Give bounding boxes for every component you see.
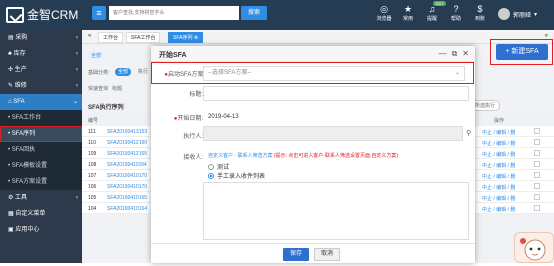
receiver-hint: 自定义客户 · 联系人筛选方案 (提示: 点击可进入客户·联系人筛选设置页面,自… [208,152,398,159]
sidebar-item-app-center[interactable]: ▣ 应用中心 [0,222,82,238]
sidebar-item-production[interactable]: ✣ 生产 ‹ [0,62,82,78]
sidebar-item-sfa-receipt[interactable]: • SFA回执 [0,142,82,158]
quick-search-tag[interactable]: 标题 [112,85,122,92]
close-icon[interactable]: ✕ [462,49,469,59]
tab-sfa-workbench[interactable]: SFA工作台 [126,32,161,43]
row-checkbox[interactable] [534,172,540,178]
dialog-header: 开始SFA — ⧉ ✕ [151,46,475,62]
logo-text: 金智CRM [27,8,79,22]
chevron-down-icon: ▾ [534,11,538,18]
chevron-left-icon: ‹ [76,83,78,89]
minimize-icon[interactable]: — [439,49,447,59]
row-checkbox[interactable] [534,194,540,200]
tab-workbench[interactable]: 工作台 [98,32,124,43]
chevron-down-icon: ⌄ [72,99,78,105]
mascot-icon [520,238,546,261]
top-bar: 金智CRM ≡ 搜索 ◎浏览器 ★常用 1107♫提醒 ?帮助 $到账 郭丽娅 … [0,0,554,30]
sidebar-item-sfa-workbench[interactable]: • SFA工作台 [0,110,82,126]
row-checkbox[interactable] [534,161,540,167]
maximize-icon[interactable]: ⧉ [452,49,458,59]
sidebar-item-sfa-sequence[interactable]: • SFA序列 [0,126,82,142]
browser-button[interactable]: ◎ 浏览器 [372,3,396,22]
reminder-button[interactable]: 1107 ♫ 提醒 [420,1,446,22]
cancel-button[interactable]: 取消 [314,248,340,261]
logo[interactable]: 金智CRM [6,6,78,23]
dialog-title: 开始SFA [159,52,187,59]
user-name: 郭丽娅 [513,12,532,19]
avatar [498,8,510,20]
chevron-left-icon: ‹ [76,195,78,201]
filter-chip-all[interactable]: 全部 [115,68,132,76]
filter-chip-exec[interactable]: 执行 [135,68,151,76]
radio-manual-list[interactable]: 手工录入收件列表 [208,171,265,180]
search-icon[interactable]: ⚲ [466,129,471,137]
dialog-controls: — ⧉ ✕ [439,49,469,59]
row-checkbox[interactable] [534,139,540,145]
search-button[interactable]: 搜索 [241,6,267,20]
chevron-down-icon: ⌄ [454,70,460,76]
globe-icon: ◎ [380,4,388,14]
logo-icon [6,6,24,23]
dialog-footer: 保存 取消 [151,243,475,263]
radio-test[interactable]: 测试 [208,162,229,171]
start-sfa-dialog: 开始SFA — ⧉ ✕ ●启动SFA方案: --选择SFA方案-- ⌄ 标题: ●… [151,46,475,263]
row-checkbox[interactable] [534,128,540,134]
payment-button[interactable]: $ 到账 [468,3,492,22]
recipient-list-textarea[interactable] [203,182,469,240]
panel-title: SFA执行序列 [88,105,124,111]
receiver-scheme-link[interactable]: 自定义客户 · 联系人筛选方案 [208,153,272,159]
sidebar-item-sfa-scheme[interactable]: • SFA方案设置 [0,174,82,190]
tab-sfa-sequence[interactable]: SFA序列 ⊗ [168,32,204,43]
date-label: ●开始日期: [173,116,203,122]
title-input[interactable] [203,86,469,101]
scheme-label: ●启动SFA方案: [164,72,205,78]
sidebar-item-repair[interactable]: ✎ 维修 ‹ [0,78,82,94]
sidebar-item-inventory[interactable]: ♣ 库存 ‹ [0,46,82,62]
radio-button-selected[interactable] [208,172,214,179]
row-checkbox[interactable] [534,183,540,189]
receiver-label: 接收人: [183,155,203,161]
help-button[interactable]: ? 帮助 [444,3,468,22]
user-menu[interactable]: 郭丽娅 ▾ [498,8,537,20]
tab-bar: « 工作台 SFA工作台 SFA序列 ⊗ » [82,30,554,44]
sidebar-section-sfa[interactable]: ⌂ SFA ⌄ [0,94,82,110]
filter-all-tab[interactable]: 全部 [88,52,105,60]
executor-label: 执行人: [183,134,203,140]
menu-icon[interactable]: ≡ [92,6,106,20]
chevron-left-icon: ‹ [76,51,78,57]
sidebar-item-purchase[interactable]: ▤ 采购 ‹ [0,30,82,46]
sidebar: ▤ 采购 ‹ ♣ 库存 ‹ ✣ 生产 ‹ ✎ 维修 ‹ ⌂ SFA ⌄ • SFA工作台 … [0,30,82,263]
column-header-id: 编号 [88,118,99,124]
customer-search-input[interactable] [109,6,239,20]
executor-input[interactable] [203,126,463,141]
close-icon[interactable]: ⊗ [194,35,198,41]
row-checkbox[interactable] [534,150,540,156]
title-label: 标题: [189,92,203,98]
star-icon: ★ [403,4,413,14]
column-header-ops: 操作 [494,118,505,124]
receiver-tip: (提示: 点击可进入客户·联系人筛选设置页面,自定义方案) [273,153,399,159]
sidebar-item-sfa-template[interactable]: • SFA模板设置 [0,158,82,174]
wallet-icon: $ [477,4,483,14]
tab-back-icon[interactable]: « [88,33,91,39]
filter-row-label: 基础分类: [88,70,110,76]
help-icon: ? [453,4,459,14]
sidebar-item-tools[interactable]: ⚙ 工具 ‹ [0,190,82,206]
chevron-left-icon: ‹ [76,35,78,41]
date-input[interactable]: 2019-04-13 [203,110,469,125]
sidebar-item-custom-menu[interactable]: ▦ 自定义菜单 [0,206,82,222]
scheme-select[interactable]: --选择SFA方案-- ⌄ [203,66,465,81]
mascot-image[interactable] [514,232,554,263]
radio-button[interactable] [208,163,214,170]
quick-search-label: 快速查询 [88,86,109,92]
highlight-frame-new-button [490,39,553,65]
chevron-left-icon: ‹ [76,67,78,73]
top-icon-group: ◎ 浏览器 ★ 常用 1107 ♫ 提醒 ? 帮助 $ 到账 [372,1,492,22]
favorites-button[interactable]: ★ 常用 [396,3,420,22]
row-checkbox[interactable] [534,205,540,211]
save-button[interactable]: 保存 [283,248,309,261]
